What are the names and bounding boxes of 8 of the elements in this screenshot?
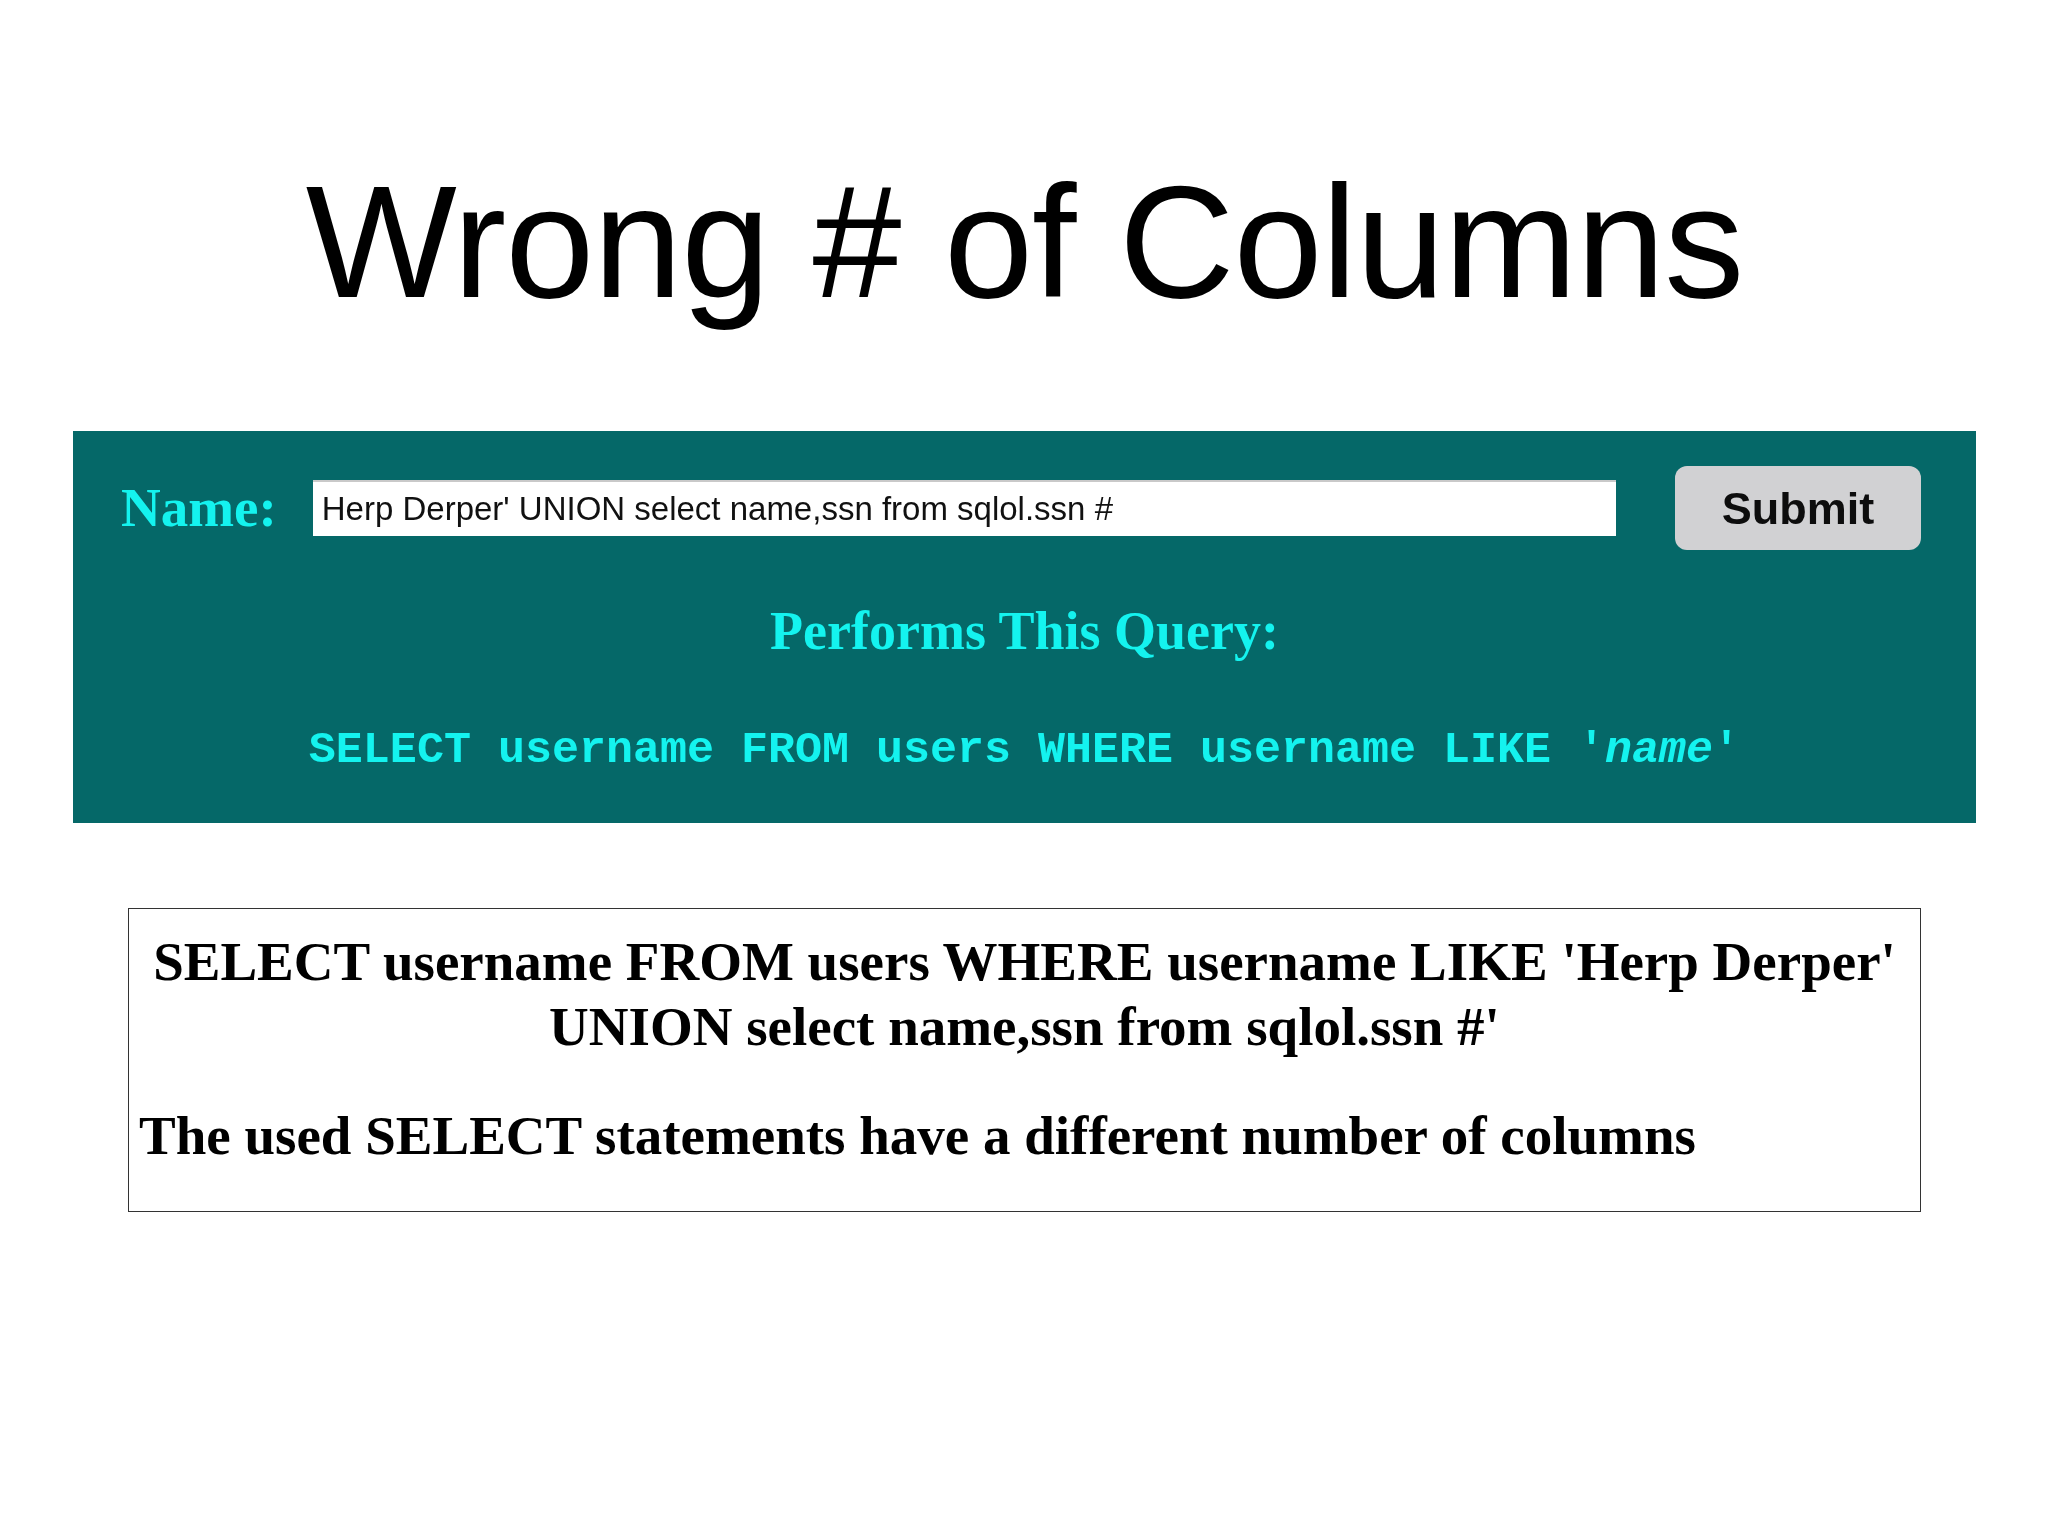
name-input[interactable]: Herp Derper' UNION select name,ssn from sqlol.ssn # [312, 480, 1616, 536]
executed-query: SELECT username FROM users WHERE username LIKE 'Herp Derper' UNION select name,ssn from sqlol.ssn #' [152, 930, 1897, 1059]
submit-button[interactable]: Submit [1675, 466, 1921, 550]
error-message: The used SELECT statements have a different number of columns [139, 1104, 1696, 1168]
query-heading: Performs This Query: [770, 600, 1279, 662]
name-label: Name: [121, 476, 277, 540]
query-template: SELECT username FROM users WHERE username LIKE 'name' [308, 724, 1741, 778]
slide-title: Wrong # of Columns [305, 151, 1744, 333]
